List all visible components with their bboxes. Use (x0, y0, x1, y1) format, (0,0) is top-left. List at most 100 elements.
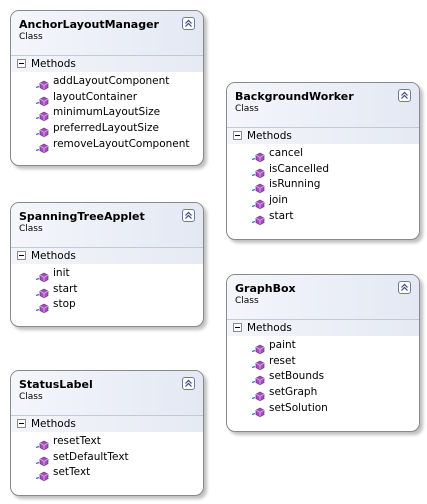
method-item[interactable]: join (227, 193, 419, 210)
class-name: SpanningTreeApplet (19, 210, 145, 223)
method-item[interactable]: cancel (227, 146, 419, 163)
collapse-icon[interactable] (182, 209, 195, 222)
methods-section-header[interactable]: Methods (11, 248, 203, 264)
method-name: setText (53, 466, 91, 479)
method-name: start (269, 209, 294, 222)
method-icon (35, 76, 49, 91)
method-icon (35, 139, 49, 153)
method-name: setGraph (269, 386, 318, 399)
method-icon (251, 403, 265, 417)
method-item[interactable]: preferredLayoutSize (11, 121, 203, 138)
method-name: isRunning (269, 178, 321, 191)
method-item[interactable]: isRunning (227, 177, 419, 194)
method-item[interactable]: setDefaultText (11, 450, 203, 466)
method-name: reset (269, 354, 296, 367)
method-icon (251, 356, 265, 370)
method-icon (35, 284, 49, 298)
collapse-icon[interactable] (398, 89, 411, 102)
method-item[interactable]: setBounds (227, 369, 419, 386)
methods-section-header[interactable]: Methods (227, 128, 419, 144)
methods-section-header[interactable]: Methods (11, 416, 203, 432)
class-kind: Class (235, 296, 259, 306)
method-name: preferredLayoutSize (53, 122, 159, 135)
section-label: Methods (31, 58, 76, 70)
method-item[interactable]: reset (227, 354, 419, 370)
method-name: minimumLayoutSize (53, 106, 161, 119)
method-list: cancel isCancelled isRunning join start (227, 144, 419, 225)
section-label: Methods (31, 418, 76, 430)
section-toggle-icon[interactable] (17, 59, 26, 68)
method-name: layoutContainer (53, 90, 138, 103)
method-icon (35, 452, 49, 466)
method-icon (35, 92, 49, 106)
method-name: start (53, 282, 78, 295)
method-item[interactable]: resetText (11, 434, 203, 451)
class-name: StatusLabel (19, 378, 93, 391)
method-item[interactable]: stop (11, 297, 203, 314)
class-kind: Class (19, 32, 43, 42)
class-box-status-label[interactable]: StatusLabel Class Methods resetText setD… (10, 370, 204, 496)
class-header[interactable]: BackgroundWorker Class (227, 83, 419, 128)
method-icon (35, 268, 49, 283)
method-item[interactable]: init (11, 266, 203, 283)
section-label: Methods (247, 322, 292, 334)
methods-section-header[interactable]: Methods (11, 56, 203, 72)
class-box-background-worker[interactable]: BackgroundWorker Class Methods cancel is… (226, 82, 420, 240)
method-item[interactable]: removeLayoutComponent (11, 137, 203, 153)
method-list: addLayoutComponent layoutContainer minim… (11, 72, 203, 153)
collapse-icon[interactable] (398, 281, 411, 294)
method-icon (35, 123, 49, 138)
method-item[interactable]: paint (227, 338, 419, 355)
section-label: Methods (31, 250, 76, 262)
class-name: BackgroundWorker (235, 90, 354, 103)
method-list: init start stop (11, 264, 203, 314)
method-name: setSolution (269, 401, 328, 414)
collapse-icon[interactable] (182, 377, 195, 390)
section-label: Methods (247, 130, 292, 142)
method-icon (251, 164, 265, 178)
method-name: removeLayoutComponent (53, 137, 190, 150)
method-icon (251, 148, 265, 163)
method-icon (251, 340, 265, 355)
method-item[interactable]: setSolution (227, 401, 419, 417)
section-toggle-icon[interactable] (17, 419, 26, 428)
method-item[interactable]: start (227, 209, 419, 225)
method-icon (251, 387, 265, 402)
method-name: cancel (269, 147, 304, 159)
class-box-anchor-layout-manager[interactable]: AnchorLayoutManager Class Methods addLay… (10, 10, 204, 166)
class-header[interactable]: StatusLabel Class (11, 371, 203, 416)
section-toggle-icon[interactable] (17, 251, 26, 260)
method-name: paint (269, 339, 296, 351)
method-item[interactable]: layoutContainer (11, 90, 203, 106)
method-item[interactable]: setText (11, 465, 203, 482)
collapse-icon[interactable] (182, 17, 195, 30)
section-toggle-icon[interactable] (233, 323, 242, 332)
method-name: setDefaultText (53, 450, 129, 463)
method-item[interactable]: isCancelled (227, 162, 419, 178)
class-box-graph-box[interactable]: GraphBox Class Methods paint reset setBo… (226, 274, 420, 432)
method-name: addLayoutComponent (53, 75, 170, 87)
class-name: AnchorLayoutManager (19, 18, 159, 31)
class-header[interactable]: SpanningTreeApplet Class (11, 203, 203, 248)
method-name: isCancelled (269, 162, 330, 175)
method-item[interactable]: minimumLayoutSize (11, 105, 203, 122)
method-icon (35, 107, 49, 122)
method-list: paint reset setBounds setGraph setSoluti… (227, 336, 419, 417)
method-icon (251, 179, 265, 194)
method-name: stop (53, 298, 76, 311)
method-icon (35, 299, 49, 314)
class-header[interactable]: GraphBox Class (227, 275, 419, 320)
method-icon (35, 436, 49, 451)
class-kind: Class (235, 104, 259, 114)
class-kind: Class (19, 224, 43, 234)
method-name: init (53, 267, 70, 279)
method-item[interactable]: start (11, 282, 203, 298)
method-icon (251, 195, 265, 210)
class-box-spanning-tree-applet[interactable]: SpanningTreeApplet Class Methods init st… (10, 202, 204, 327)
class-header[interactable]: AnchorLayoutManager Class (11, 11, 203, 56)
section-toggle-icon[interactable] (233, 131, 242, 140)
methods-section-header[interactable]: Methods (227, 320, 419, 336)
method-item[interactable]: setGraph (227, 385, 419, 402)
method-name: join (269, 194, 288, 207)
method-item[interactable]: addLayoutComponent (11, 74, 203, 91)
